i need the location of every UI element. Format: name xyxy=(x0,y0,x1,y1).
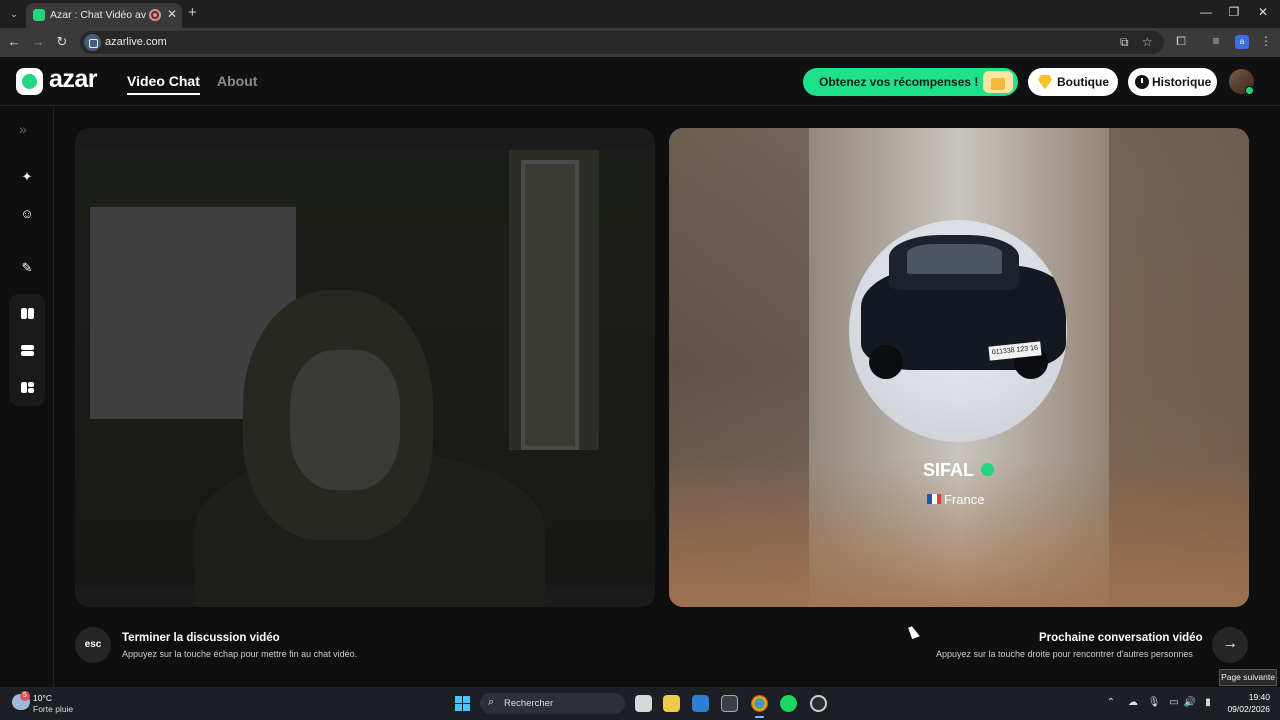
self-camera-feed xyxy=(75,150,655,607)
close-window-icon[interactable]: ✕ xyxy=(1253,5,1273,19)
azar-logo-icon[interactable] xyxy=(16,68,43,95)
obs-record-icon[interactable] xyxy=(810,695,827,712)
display-icon[interactable]: ▭ xyxy=(1167,697,1181,708)
browser-tab-azar[interactable]: Azar : Chat Vidéo avec de n ✕ xyxy=(26,3,182,28)
mail-icon[interactable] xyxy=(692,695,709,712)
reload-icon[interactable]: ↻ xyxy=(54,34,70,50)
layout-stacked-icon[interactable] xyxy=(21,345,34,356)
peer-video-panel: 011338 123 16 SIFAL France xyxy=(669,128,1249,607)
search-label: Rechercher xyxy=(504,698,554,709)
layout-grid-icon[interactable] xyxy=(21,382,34,393)
azar-page: azar Video Chat About Obtenez vos récomp… xyxy=(0,57,1280,687)
azar-favicon-icon xyxy=(33,9,45,21)
media-control-icon[interactable]: ≡ xyxy=(1208,34,1224,48)
verified-badge-icon xyxy=(981,463,994,476)
file-explorer-icon[interactable] xyxy=(663,695,680,712)
weather-description[interactable]: Forte pluie xyxy=(33,704,73,714)
app-cube-icon[interactable] xyxy=(721,695,738,712)
spotify-icon[interactable] xyxy=(780,695,797,712)
mouse-cursor-icon xyxy=(908,624,920,640)
forward-arrow-icon[interactable]: → xyxy=(30,34,46,49)
extensions-icon[interactable]: ⧠ xyxy=(1173,34,1189,49)
tab-list-chevron-icon[interactable]: ⌄ xyxy=(5,5,23,23)
online-status-icon xyxy=(1245,86,1254,95)
site-header: azar Video Chat About Obtenez vos récomp… xyxy=(0,57,1280,106)
shop-label: Boutique xyxy=(1057,75,1109,89)
next-chat-button[interactable]: → xyxy=(1212,627,1248,663)
peer-name: SIFAL xyxy=(923,460,975,480)
next-chat-subtitle: Appuyez sur la touche droite pour rencon… xyxy=(936,649,1193,659)
weather-temperature[interactable]: 10°C xyxy=(33,693,52,703)
weather-alert-badge: 5 xyxy=(20,691,30,701)
task-view-icon[interactable] xyxy=(635,695,652,712)
install-app-icon[interactable]: ⧉ xyxy=(1120,35,1129,50)
next-chat-title: Prochaine conversation vidéo xyxy=(1039,632,1203,644)
peer-profile-photo: 011338 123 16 xyxy=(849,220,1067,442)
magic-wand-icon[interactable]: ✦ xyxy=(15,165,39,189)
diamond-icon xyxy=(1038,75,1052,89)
shop-button[interactable]: Boutique xyxy=(1028,68,1118,96)
onedrive-cloud-icon[interactable]: ☁ xyxy=(1126,697,1140,708)
tab-close-icon[interactable]: ✕ xyxy=(167,7,177,21)
rewards-label: Obtenez vos récompenses ! xyxy=(819,75,979,89)
chrome-icon[interactable] xyxy=(751,695,768,718)
restore-window-icon[interactable]: ❐ xyxy=(1224,5,1244,19)
url-text: azarlive.com xyxy=(105,36,167,48)
azar-logo-text[interactable]: azar xyxy=(49,65,98,94)
browser-menu-icon[interactable]: ⋮ xyxy=(1258,34,1274,48)
left-sidebar: » ✦ ☺ ✎ xyxy=(0,107,54,687)
tab-title: Azar : Chat Vidéo avec de n xyxy=(50,9,146,21)
taskbar-date[interactable]: 09/02/2026 xyxy=(1225,704,1270,714)
peer-country: France xyxy=(944,492,985,507)
self-video-panel xyxy=(75,128,655,607)
volume-icon[interactable]: 🔊 xyxy=(1183,697,1197,708)
france-flag-icon xyxy=(927,494,941,504)
gift-icon xyxy=(983,71,1013,93)
background-edit-icon[interactable]: ✎ xyxy=(15,256,39,280)
back-arrow-icon[interactable]: ← xyxy=(6,34,22,49)
windows-taskbar: 5 10°C Forte pluie ⌕ Rechercher ⌃ ☁ 🎙 ▭ … xyxy=(0,687,1280,720)
layout-side-by-side-icon[interactable] xyxy=(21,308,34,319)
rewards-button[interactable]: Obtenez vos récompenses ! xyxy=(803,68,1018,96)
windows-start-icon[interactable] xyxy=(455,696,470,711)
bookmark-star-icon[interactable]: ☆ xyxy=(1142,35,1153,49)
end-chat-button[interactable]: esc xyxy=(75,627,111,663)
nav-about[interactable]: About xyxy=(217,73,257,89)
next-page-tooltip: Page suivante xyxy=(1219,669,1277,686)
end-chat-subtitle: Appuyez sur la touche échap pour mettre … xyxy=(122,649,358,659)
clock-icon xyxy=(1135,75,1149,89)
tray-overflow-chevron-icon[interactable]: ⌃ xyxy=(1104,697,1118,708)
browser-toolbar: ← → ↻ azarlive.com ⧉ ☆ xyxy=(0,28,1280,57)
end-chat-title: Terminer la discussion vidéo xyxy=(122,632,280,644)
new-tab-button[interactable]: + xyxy=(188,4,197,21)
history-button[interactable]: Historique xyxy=(1128,68,1217,96)
microphone-icon[interactable]: 🎙 xyxy=(1147,697,1161,708)
history-label: Historique xyxy=(1152,75,1212,89)
recording-indicator-icon xyxy=(149,9,161,21)
taskbar-time[interactable]: 19:40 xyxy=(1245,692,1270,702)
profile-icon[interactable]: a xyxy=(1235,35,1249,49)
taskbar-search[interactable]: ⌕ Rechercher xyxy=(480,693,625,714)
minimize-window-icon[interactable]: — xyxy=(1196,5,1216,19)
browser-tab-bar: ⌄ Azar : Chat Vidéo avec de n ✕ + — ❐ ✕ xyxy=(0,0,1280,28)
face-sticker-icon[interactable]: ☺ xyxy=(15,202,39,226)
search-icon: ⌕ xyxy=(488,696,495,708)
address-bar[interactable]: azarlive.com ⧉ ☆ xyxy=(80,31,1164,54)
expand-sidebar-icon[interactable]: » xyxy=(19,121,27,137)
site-info-icon[interactable] xyxy=(84,34,101,51)
battery-icon[interactable]: ▮ xyxy=(1201,697,1215,708)
nav-video-chat[interactable]: Video Chat xyxy=(127,73,200,95)
